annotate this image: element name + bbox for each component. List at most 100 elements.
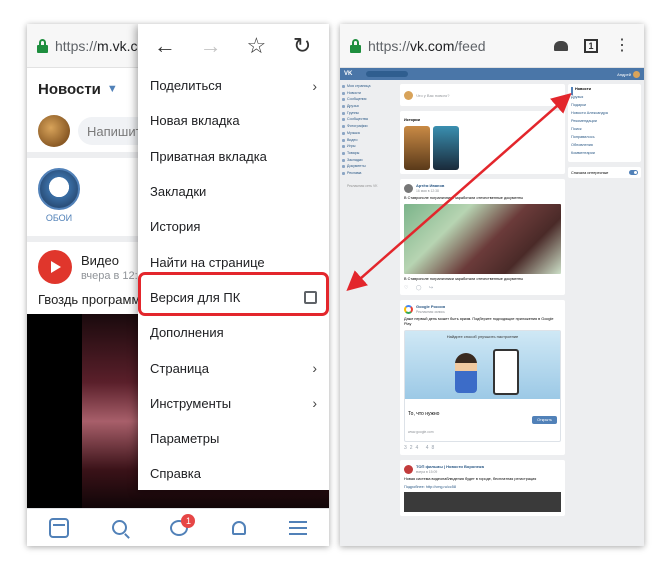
left-menu-item[interactable]: Сообщения xyxy=(342,97,398,104)
search-input[interactable] xyxy=(366,71,408,77)
post-time: 16 мая в 12:38 xyxy=(416,189,439,193)
left-menu-item[interactable]: Закладки xyxy=(342,158,398,165)
feed-filter-item[interactable]: Подарки xyxy=(571,103,638,111)
desktop-version-checkbox[interactable] xyxy=(304,290,317,304)
post-stats[interactable]: 324 48 xyxy=(404,445,561,451)
menu-item[interactable]: Поделиться › xyxy=(138,68,329,103)
post-time: вчера в 15:09 xyxy=(416,470,438,474)
user-name: Андрей xyxy=(617,71,631,77)
chevron-right-icon: › xyxy=(312,77,317,94)
menu-item[interactable]: Справка xyxy=(138,456,329,491)
address-bar[interactable]: https://vk.com/feed 1 ⋮ xyxy=(340,24,644,68)
menu-item-label: Справка xyxy=(150,466,201,482)
left-menu-item[interactable]: Фотографии xyxy=(342,124,398,131)
messages-icon[interactable]: 1 xyxy=(170,513,196,536)
forward-arrow-icon[interactable]: → xyxy=(196,33,226,59)
browser-overflow-menu: ← → ☆ ↻ Поделиться › Новая вкладка Приватна… xyxy=(138,24,329,490)
ad-open-button[interactable]: Открыть xyxy=(532,416,557,424)
vk-logo-icon[interactable]: VK xyxy=(344,71,366,77)
left-menu-item[interactable]: Группы xyxy=(342,111,398,118)
bell-icon[interactable] xyxy=(231,520,246,535)
feed-filter-item[interactable]: Друзья xyxy=(571,95,638,103)
url-scheme: https:// xyxy=(55,37,98,54)
search-icon[interactable] xyxy=(112,520,128,535)
android-icon[interactable] xyxy=(554,40,568,51)
chevron-right-icon: › xyxy=(312,395,317,412)
url-path: /feed xyxy=(454,37,486,54)
story-tile[interactable] xyxy=(404,126,430,170)
chevron-right-icon: › xyxy=(312,360,317,377)
menu-item-label: Страница xyxy=(150,360,209,376)
feed-filter-item[interactable]: Новости Александра xyxy=(571,111,638,119)
post-author[interactable]: Google Россия xyxy=(416,304,445,309)
post-author[interactable]: Артём Иванов xyxy=(416,183,444,188)
menu-item[interactable]: Версия для ПК xyxy=(138,280,329,315)
post-actions[interactable]: ♡ ◯ ↪ xyxy=(404,285,561,291)
post-author[interactable]: ТОП фильмы | Новости Воронежа xyxy=(416,464,484,469)
reload-icon[interactable]: ↻ xyxy=(287,33,317,59)
ad-frame[interactable]: Найдите способ улучшить настроение То, ч… xyxy=(404,330,561,442)
story-item[interactable]: ОБОИ xyxy=(38,168,80,223)
feed: Что у Вас нового? Истории Артём Иванов 16… xyxy=(400,84,565,521)
story-tile[interactable] xyxy=(433,126,459,170)
left-menu-item[interactable]: Моя страница xyxy=(342,84,398,91)
menu-item-label: Поделиться xyxy=(150,78,222,94)
post-link[interactable]: Подробнее: http://vmg.ru/cc58 xyxy=(404,485,561,489)
feed-filter-item[interactable]: Новости xyxy=(571,87,638,95)
ad-illustration-phone xyxy=(493,349,519,395)
composer-card: Что у Вас нового? xyxy=(400,84,565,106)
chevron-down-icon: ▼ xyxy=(106,83,118,95)
left-menu-item[interactable]: Друзья xyxy=(342,104,398,111)
back-arrow-icon[interactable]: ← xyxy=(150,33,180,59)
news-icon[interactable] xyxy=(48,517,69,538)
post-image[interactable] xyxy=(404,492,561,512)
lock-icon xyxy=(350,38,361,53)
left-menu-item[interactable]: Музыка xyxy=(342,131,398,138)
feed-filter-item[interactable]: Рекомендации xyxy=(571,119,638,127)
right-filter-menu: Новости Друзья Подарки Новости Александра Ре… xyxy=(568,84,641,183)
menu-item[interactable]: Страница › xyxy=(138,350,329,385)
menu-item[interactable]: Найти на странице xyxy=(138,244,329,279)
tabs-count-icon[interactable]: 1 xyxy=(584,38,598,53)
feed-filter-item[interactable]: Поиск xyxy=(571,127,638,135)
menu-item[interactable]: Параметры xyxy=(138,421,329,456)
feed-filter-item[interactable]: Понравилось xyxy=(571,135,638,143)
page-title: Новости xyxy=(38,80,101,98)
ad-illustration-boy xyxy=(455,353,477,393)
post-caption: В Ставрополе пограничники заработали оте… xyxy=(404,277,524,281)
left-menu: Моя страница Новости Сообщения Друзья Группы… xyxy=(342,84,398,188)
post-image[interactable] xyxy=(404,204,561,274)
menu-item[interactable]: Инструменты › xyxy=(138,386,329,421)
star-icon[interactable]: ☆ xyxy=(241,33,271,59)
more-vert-icon[interactable]: ⋮ xyxy=(614,37,630,54)
menu-items: Поделиться › Новая вкладка Приватная вкладк… xyxy=(138,68,329,492)
menu-item[interactable]: История xyxy=(138,209,329,244)
stories-title: Истории xyxy=(404,118,420,122)
left-footer[interactable]: Рекламная сеть VK xyxy=(342,184,398,188)
left-menu-item[interactable]: Реклама xyxy=(342,171,398,178)
post-author[interactable]: Видео xyxy=(81,253,144,268)
user-menu[interactable]: Андрей xyxy=(617,70,640,78)
composer-input[interactable]: Что у Вас нового? xyxy=(416,93,449,98)
ad-headline: Найдите способ улучшить настроение xyxy=(446,334,519,339)
left-menu-item[interactable]: Игры xyxy=(342,144,398,151)
menu-icon[interactable] xyxy=(289,520,308,535)
menu-item[interactable]: Дополнения xyxy=(138,315,329,350)
menu-item[interactable]: Приватная вкладка xyxy=(138,139,329,174)
left-menu-item[interactable]: Документы xyxy=(342,164,398,171)
left-menu-item[interactable]: Новости xyxy=(342,91,398,98)
google-icon xyxy=(404,304,413,314)
avatar xyxy=(404,90,413,100)
menu-item-label: Найти на странице xyxy=(150,254,265,270)
left-menu-item[interactable]: Сообщества xyxy=(342,117,398,124)
left-menu-item[interactable]: Видео xyxy=(342,138,398,145)
toggle-switch[interactable] xyxy=(629,170,638,175)
avatar xyxy=(633,70,640,78)
left-phone-screenshot: https://m.vk.co Новости ▼ Напишите ОБОИ … xyxy=(27,24,329,546)
feed-filter-item[interactable]: Обновления xyxy=(571,143,638,151)
left-menu-item[interactable]: Товары xyxy=(342,151,398,158)
menu-item[interactable]: Новая вкладка xyxy=(138,103,329,138)
feed-filter-item[interactable]: Комментарии xyxy=(571,151,638,159)
interesting-first-toggle[interactable]: Сначала интересные xyxy=(571,170,638,175)
menu-item[interactable]: Закладки xyxy=(138,174,329,209)
